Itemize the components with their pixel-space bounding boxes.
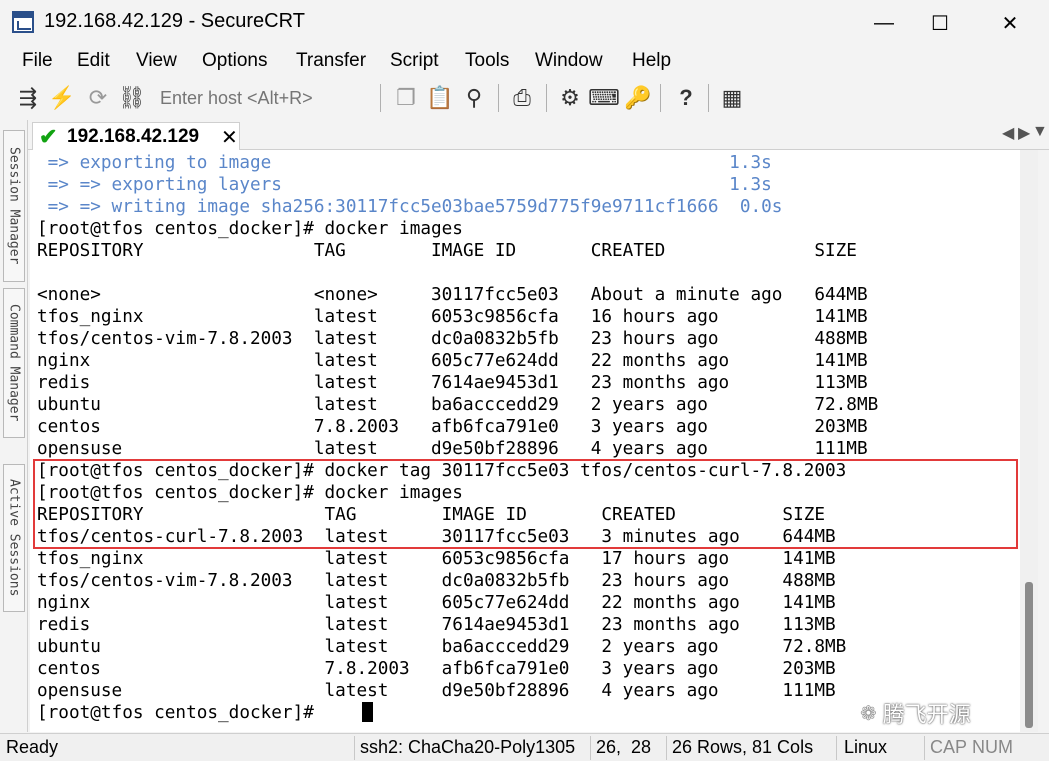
menu-transfer[interactable]: Transfer [296,50,366,72]
status-protocol: ssh2: ChaCha20-Poly1305 [360,737,576,757]
session-manager-tab[interactable]: Session Manager [3,130,25,282]
status-separator [836,736,837,760]
terminal-line: opensuse latest d9e50bf28896 4 years ago… [37,439,868,459]
watermark: ❁ 腾飞开源 [860,698,971,728]
title-bar: 192.168.42.129 - SecureCRT — ☐ ✕ [0,0,1049,44]
tab-prev-icon[interactable]: ◀ [1002,123,1014,143]
terminal-line: tfos_nginx latest 6053c9856cfa 16 hours … [37,307,868,327]
terminal-line: => => writing image sha256:30117fcc5e03b… [37,197,783,217]
toolbar-separator [546,84,547,112]
terminal-line: ubuntu latest ba6acccedd29 2 years ago 7… [37,637,847,657]
tab-next-icon[interactable]: ▶ [1018,123,1030,143]
active-sessions-tab[interactable]: Active Sessions [3,464,25,612]
help-icon[interactable]: ? [672,84,700,112]
menu-file[interactable]: File [22,50,53,72]
host-input[interactable] [156,84,376,112]
find-icon[interactable]: ⚲ [460,84,488,112]
menu-view[interactable]: View [136,50,177,72]
settings-gear-icon[interactable]: ⚙ [556,84,584,112]
terminal-cursor [362,702,373,722]
terminal-line: redis latest 7614ae9453d1 23 months ago … [37,615,836,635]
terminal-line: nginx latest 605c77e624dd 22 months ago … [37,351,868,371]
status-ready: Ready [6,737,59,757]
connect-icon[interactable]: ⇶ [14,84,42,112]
status-num-lock: NUM [972,737,1013,757]
terminal-line: => => exporting layers 1.3s [37,175,772,195]
terminal-view[interactable]: => exporting to image 1.3s => => exporti… [30,150,1020,732]
terminal-prompt-line: [root@tfos centos_docker]# [37,703,325,723]
disconnect-icon[interactable]: ⛓ [118,84,146,112]
terminal-line: tfos/centos-vim-7.8.2003 latest dc0a0832… [37,571,836,591]
status-caps-lock: CAP [930,737,968,757]
menu-bar: File Edit View Options Transfer Script T… [0,46,1049,76]
menu-script[interactable]: Script [390,50,439,72]
status-separator [924,736,925,760]
terminal-line: tfos_nginx latest 6053c9856cfa 17 hours … [37,549,836,569]
toolbar: ⇶ ⚡ ⟳ ⛓ ❐ 📋 ⚲ ⎙ ⚙ ⌨ 🔑 ? ▦ [0,78,1049,118]
terminal-line: tfos/centos-vim-7.8.2003 latest dc0a0832… [37,329,868,349]
window-title: 192.168.42.129 - SecureCRT [44,10,305,32]
status-separator [666,736,667,760]
terminal-line: nginx latest 605c77e624dd 22 months ago … [37,593,836,613]
status-cursor-position: 26, 28 [596,737,652,757]
quick-connect-icon[interactable]: ⚡ [48,84,76,112]
terminal-line: <none> <none> 30117fcc5e03 About a minut… [37,285,868,305]
tab-close-icon[interactable]: ✕ [221,125,238,150]
close-button[interactable]: ✕ [990,8,1030,38]
command-manager-tab[interactable]: Command Manager [3,288,25,438]
terminal-line: REPOSITORY TAG IMAGE ID CREATED SIZE [37,241,857,261]
status-os: Linux [844,737,888,757]
terminal-line: [root@tfos centos_docker]# docker images [37,219,463,239]
terminal-scrollbar[interactable] [1020,150,1038,732]
menu-edit[interactable]: Edit [77,50,110,72]
keymap-icon[interactable]: ⌨ [588,84,620,112]
copy-icon[interactable]: ❐ [392,84,420,112]
status-separator [354,736,355,760]
menu-options[interactable]: Options [202,50,267,72]
toolbar-separator [660,84,661,112]
side-panel: Session Manager Command Manager Active S… [0,120,28,732]
print-icon[interactable]: ⎙ [508,84,536,112]
status-separator [590,736,591,760]
tab-list-icon[interactable]: ▼ [1032,123,1048,141]
maximize-button[interactable]: ☐ [920,8,960,38]
minimize-button[interactable]: — [864,8,904,38]
menu-window[interactable]: Window [535,50,603,72]
toolbar-separator [380,84,381,112]
menu-help[interactable]: Help [632,50,671,72]
status-terminal-size: 26 Rows, 81 Cols [672,737,814,757]
securecrt-app-icon[interactable] [12,11,34,33]
terminal-line: centos 7.8.2003 afb6fca791e0 3 years ago… [37,417,868,437]
session-tab-bar: ✔ 192.168.42.129 ✕ ◀ ▶ ▼ [28,120,1049,150]
menu-tools[interactable]: Tools [465,50,509,72]
terminal-line: redis latest 7614ae9453d1 23 months ago … [37,373,868,393]
terminal-line: => exporting to image 1.3s [37,153,772,173]
reconnect-icon[interactable]: ⟳ [84,84,112,112]
toolbar-separator [498,84,499,112]
terminal-line: ubuntu latest ba6acccedd29 2 years ago 7… [37,395,879,415]
status-bar: Ready ssh2: ChaCha20-Poly1305 26, 28 26 … [0,733,1049,761]
session-tab[interactable]: ✔ 192.168.42.129 ✕ [32,122,240,150]
scrollbar-thumb[interactable] [1025,582,1033,728]
highlight-annotation-box [33,459,1018,549]
connected-check-icon: ✔ [39,124,58,149]
terminal-line: centos 7.8.2003 afb6fca791e0 3 years ago… [37,659,836,679]
wechat-icon: ❁ [860,702,877,725]
key-agent-icon[interactable]: 🔑 [624,84,652,112]
paste-icon[interactable]: 📋 [426,84,454,112]
watermark-text: 腾飞开源 [882,702,971,727]
toolbar-separator [708,84,709,112]
session-tab-label: 192.168.42.129 [67,126,200,147]
terminal-line: opensuse latest d9e50bf28896 4 years ago… [37,681,836,701]
sftp-icon[interactable]: ▦ [718,84,746,112]
